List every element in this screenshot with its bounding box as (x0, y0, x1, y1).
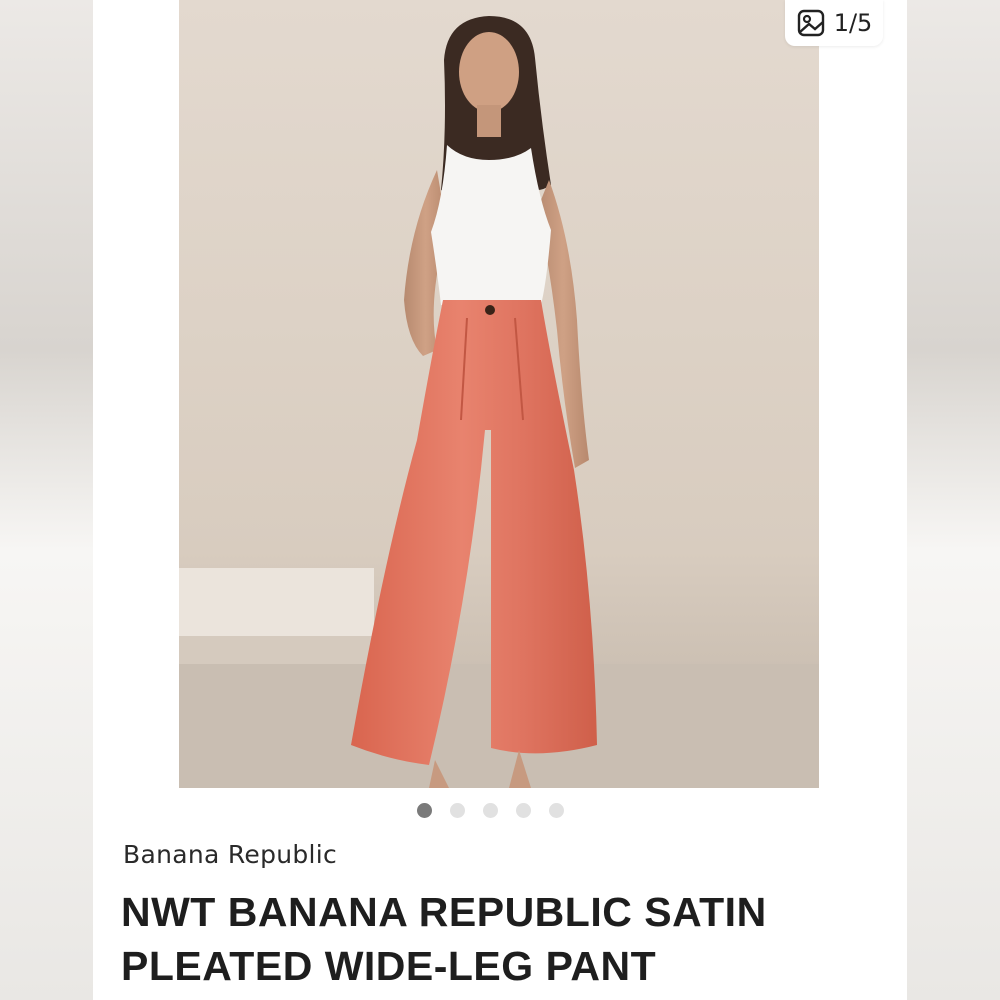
listing-title: NWT BANANA REPUBLIC SATIN PLEATED WIDE-L… (121, 889, 767, 989)
left-backdrop (0, 0, 93, 1000)
carousel-dot-5[interactable] (548, 803, 564, 818)
brand-name[interactable]: Banana Republic (123, 840, 337, 869)
carousel-dot-2[interactable] (449, 803, 465, 818)
image-counter[interactable]: 1/5 (785, 0, 883, 46)
right-backdrop (907, 0, 1000, 1000)
image-counter-text: 1/5 (833, 9, 873, 37)
product-photo-art (179, 16, 819, 788)
carousel-dot-1[interactable] (416, 803, 432, 818)
carousel-dot-3[interactable] (482, 803, 498, 818)
product-photo[interactable] (179, 0, 819, 788)
gallery-icon (796, 8, 826, 38)
listing-card: 1/5 Banana Republic NWT BANANA REPUBLIC … (93, 0, 907, 1000)
carousel-dot-4[interactable] (515, 803, 531, 818)
carousel-dots (93, 803, 897, 823)
